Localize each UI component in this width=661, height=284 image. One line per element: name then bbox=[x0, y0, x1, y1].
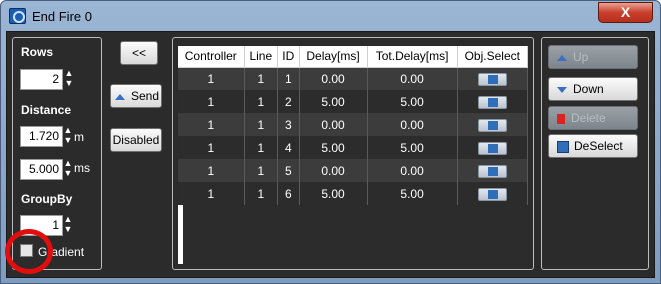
down-arrow-icon bbox=[557, 86, 567, 93]
stepper-down-icon[interactable]: ▼ bbox=[63, 136, 73, 146]
cell-line: 1 bbox=[244, 90, 279, 113]
rows-stepper[interactable]: ▲ ▼ bbox=[64, 69, 74, 90]
col-header-delay[interactable]: Delay[ms] bbox=[299, 46, 368, 68]
up-button[interactable]: Up bbox=[548, 45, 638, 69]
trash-icon bbox=[557, 113, 565, 124]
obj-select-icon[interactable] bbox=[477, 95, 507, 109]
cell-delay: 5.00 bbox=[299, 136, 368, 159]
title-bar[interactable]: End Fire 0 X bbox=[1, 1, 660, 31]
cell-tot-delay: 5.00 bbox=[367, 90, 458, 113]
highlight-circle bbox=[5, 229, 53, 274]
send-button[interactable]: Send bbox=[110, 84, 162, 108]
window-title: End Fire 0 bbox=[32, 9, 92, 24]
stepper-down-icon[interactable]: ▼ bbox=[63, 225, 73, 235]
cell-id: 2 bbox=[277, 90, 300, 113]
cell-controller: 1 bbox=[178, 136, 245, 159]
table-row[interactable]: 1 1 5 0.00 0.00 bbox=[178, 159, 529, 182]
cell-obj-select bbox=[457, 182, 529, 205]
obj-select-icon[interactable] bbox=[477, 141, 507, 155]
table-row[interactable]: 1 1 6 5.00 5.00 bbox=[178, 182, 529, 205]
cell-line: 1 bbox=[244, 136, 279, 159]
distance-stepper[interactable]: ▲ ▼ bbox=[63, 126, 73, 147]
send-label: Send bbox=[130, 89, 160, 103]
cell-delay: 0.00 bbox=[299, 67, 368, 90]
app-icon bbox=[9, 8, 26, 24]
cell-id: 4 bbox=[277, 136, 300, 159]
col-header-line[interactable]: Line bbox=[244, 46, 279, 68]
stepper-down-icon[interactable]: ▼ bbox=[64, 79, 74, 89]
down-button[interactable]: Down bbox=[548, 77, 638, 101]
cell-id: 6 bbox=[277, 182, 300, 205]
cell-id: 5 bbox=[277, 159, 300, 182]
rows-input[interactable]: 2 bbox=[20, 69, 63, 90]
down-label: Down bbox=[573, 82, 604, 96]
table-row[interactable]: 1 1 3 0.00 0.00 bbox=[178, 113, 529, 136]
cell-tot-delay: 0.00 bbox=[367, 113, 458, 136]
obj-select-icon[interactable] bbox=[477, 72, 507, 86]
collapse-button[interactable]: << bbox=[120, 41, 158, 65]
groupby-label: GroupBy bbox=[21, 192, 73, 206]
cell-obj-select bbox=[457, 159, 529, 182]
cell-delay: 5.00 bbox=[299, 90, 368, 113]
disabled-button[interactable]: Disabled bbox=[110, 128, 162, 152]
cell-obj-select bbox=[457, 136, 529, 159]
cell-tot-delay: 5.00 bbox=[367, 182, 458, 205]
cell-obj-select bbox=[457, 90, 529, 113]
distance-unit: m bbox=[74, 130, 84, 144]
rows-label: Rows bbox=[21, 45, 54, 59]
cell-id: 3 bbox=[277, 113, 300, 136]
delay-input[interactable]: 5.000 bbox=[20, 159, 63, 180]
obj-select-icon[interactable] bbox=[477, 187, 507, 201]
cell-line: 1 bbox=[244, 67, 279, 90]
up-label: Up bbox=[573, 50, 589, 64]
deselect-button[interactable]: DeSelect bbox=[548, 134, 638, 158]
obj-select-icon[interactable] bbox=[477, 164, 507, 178]
cell-obj-select bbox=[457, 113, 529, 136]
close-button[interactable]: X bbox=[598, 2, 653, 23]
distance-label: Distance bbox=[21, 103, 72, 117]
cell-tot-delay: 5.00 bbox=[367, 136, 458, 159]
cell-line: 1 bbox=[244, 159, 279, 182]
up-arrow-icon bbox=[557, 54, 567, 61]
delay-table: Controller Line ID Delay[ms] Tot.Delay[m… bbox=[178, 46, 529, 205]
cell-controller: 1 bbox=[178, 113, 245, 136]
send-icon bbox=[114, 93, 125, 100]
distance-input[interactable]: 1.720 bbox=[20, 126, 63, 147]
table-row[interactable]: 1 1 2 5.00 5.00 bbox=[178, 90, 529, 113]
delay-stepper[interactable]: ▲ ▼ bbox=[63, 159, 73, 180]
delete-label: Delete bbox=[571, 111, 606, 125]
table-row[interactable]: 1 1 4 5.00 5.00 bbox=[178, 136, 529, 159]
select-icon bbox=[557, 140, 569, 153]
col-header-obj-select[interactable]: Obj.Select bbox=[457, 46, 529, 68]
stepper-down-icon[interactable]: ▼ bbox=[63, 169, 73, 179]
cell-line: 1 bbox=[244, 113, 279, 136]
deselect-label: DeSelect bbox=[574, 139, 623, 153]
cell-tot-delay: 0.00 bbox=[367, 67, 458, 90]
cell-controller: 1 bbox=[178, 159, 245, 182]
cell-controller: 1 bbox=[178, 182, 245, 205]
cell-controller: 1 bbox=[178, 90, 245, 113]
delete-button[interactable]: Delete bbox=[548, 106, 638, 130]
delay-unit: ms bbox=[74, 161, 90, 175]
col-header-tot-delay[interactable]: Tot.Delay[ms] bbox=[367, 46, 458, 68]
col-header-controller[interactable]: Controller bbox=[178, 46, 245, 68]
obj-select-icon[interactable] bbox=[477, 118, 507, 132]
cell-tot-delay: 0.00 bbox=[367, 159, 458, 182]
cell-id: 1 bbox=[277, 67, 300, 90]
cell-line: 1 bbox=[244, 182, 279, 205]
table-header-row: Controller Line ID Delay[ms] Tot.Delay[m… bbox=[178, 46, 529, 68]
col-header-id[interactable]: ID bbox=[277, 46, 300, 68]
cell-obj-select bbox=[457, 67, 529, 90]
cell-delay: 0.00 bbox=[299, 159, 368, 182]
table-row[interactable]: 1 1 1 0.00 0.00 bbox=[178, 67, 529, 90]
cell-delay: 5.00 bbox=[299, 182, 368, 205]
cell-delay: 0.00 bbox=[299, 113, 368, 136]
cell-controller: 1 bbox=[178, 67, 245, 90]
groupby-stepper[interactable]: ▲ ▼ bbox=[63, 215, 73, 236]
